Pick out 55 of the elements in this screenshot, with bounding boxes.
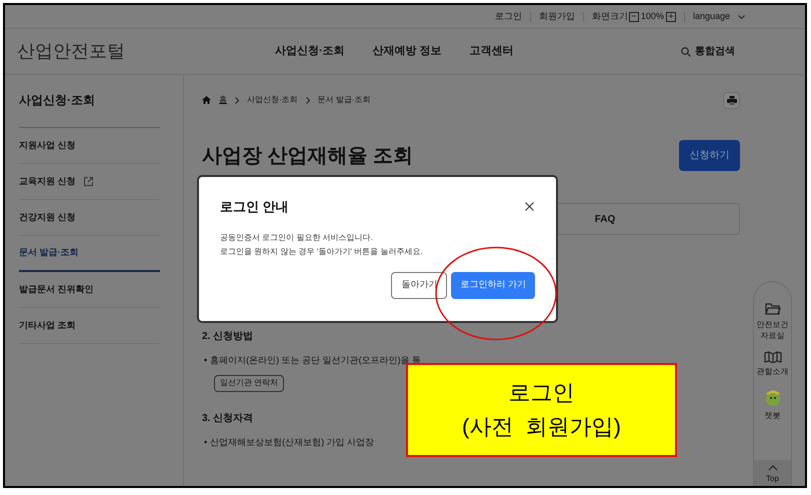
top-button[interactable]: Top: [754, 460, 791, 486]
utility-link[interactable]: 로그인: [494, 10, 522, 24]
print-button[interactable]: [723, 92, 740, 108]
utility-link[interactable]: 회원가입: [538, 10, 575, 24]
apply-button[interactable]: 신청하기: [679, 140, 740, 171]
zoom-value: 100%: [640, 10, 664, 23]
sidebar-item[interactable]: 문서 발급·조회: [19, 236, 160, 272]
section-heading: 2. 신청방법: [202, 330, 254, 344]
close-icon: [524, 202, 534, 212]
nav-link[interactable]: 사업신청·조회: [275, 43, 345, 60]
zoom-label: 화면크기: [592, 10, 628, 23]
sidebar-item[interactable]: 기타사업 조회: [19, 308, 160, 344]
chevron-up-icon: [768, 465, 778, 471]
dialog-message: 공동인증서 로그인이 필요한 서비스입니다.: [220, 232, 374, 244]
site-logo[interactable]: 산업안전포털: [17, 38, 275, 65]
chevron-right-icon: [235, 96, 239, 104]
sidebar-title: 사업신청·조회: [19, 91, 160, 128]
language-dropdown[interactable]: language: [692, 10, 745, 24]
sidebar-item[interactable]: 발급문서 진위확인: [19, 272, 160, 308]
section-heading: 3. 신청자격: [202, 412, 254, 426]
quick-menu-item[interactable]: 관할소개: [756, 351, 788, 377]
callout-text: (사전 회원가입): [462, 414, 621, 440]
folder-icon: [764, 302, 780, 316]
close-button[interactable]: [523, 200, 535, 213]
quick-menu-item[interactable]: 안전보건 자료실: [756, 302, 788, 341]
nav-link[interactable]: 고객센터: [470, 43, 514, 60]
print-icon: [726, 96, 736, 104]
breadcrumb-link[interactable]: 문서 발급·조회: [318, 94, 371, 106]
zoom-in-button[interactable]: +: [666, 12, 676, 22]
sidebar-item[interactable]: 건강지원 신청: [19, 200, 160, 236]
nav-link[interactable]: 산재예방 정보: [372, 43, 442, 60]
quick-menu-item[interactable]: 챗봇: [756, 387, 788, 421]
breadcrumb-link[interactable]: 사업신청·조회: [247, 94, 298, 106]
office-contact-button[interactable]: 일선기관 연락처: [214, 374, 284, 392]
search-icon: [681, 46, 691, 56]
dialog-title: 로그인 안내: [220, 198, 289, 216]
quick-menu-label: 챗봇: [764, 410, 782, 421]
bullet-marker: •: [204, 354, 208, 367]
chevron-right-icon: [306, 96, 310, 104]
bullet-text: 산업재해보상보험(산재보험) 가입 사업장: [210, 436, 374, 449]
back-button[interactable]: 돌아가기: [391, 272, 448, 298]
bullet-marker: •: [204, 436, 208, 449]
quick-menu-label: 안전보건 자료실: [756, 319, 788, 341]
page-title: 사업장 산업재해율 조회: [202, 144, 414, 168]
home-icon: [202, 96, 211, 104]
search-button[interactable]: 통합검색: [681, 44, 735, 59]
callout-text: 로그인: [508, 380, 574, 406]
dialog-message: 로그인을 원하지 않는 경우 '돌아가기' 버튼을 눌러주세요.: [220, 246, 424, 258]
sidebar-item[interactable]: 교육지원 신청: [19, 164, 160, 200]
breadcrumb-link[interactable]: 홈: [219, 94, 227, 106]
zoom-out-button[interactable]: −: [628, 12, 639, 22]
caret-icon: [738, 14, 745, 18]
quick-menu-label: 관할소개: [756, 366, 788, 377]
login-button[interactable]: 로그인하러 가기: [451, 272, 535, 298]
sidebar-item[interactable]: 지원사업 신청: [19, 128, 160, 164]
